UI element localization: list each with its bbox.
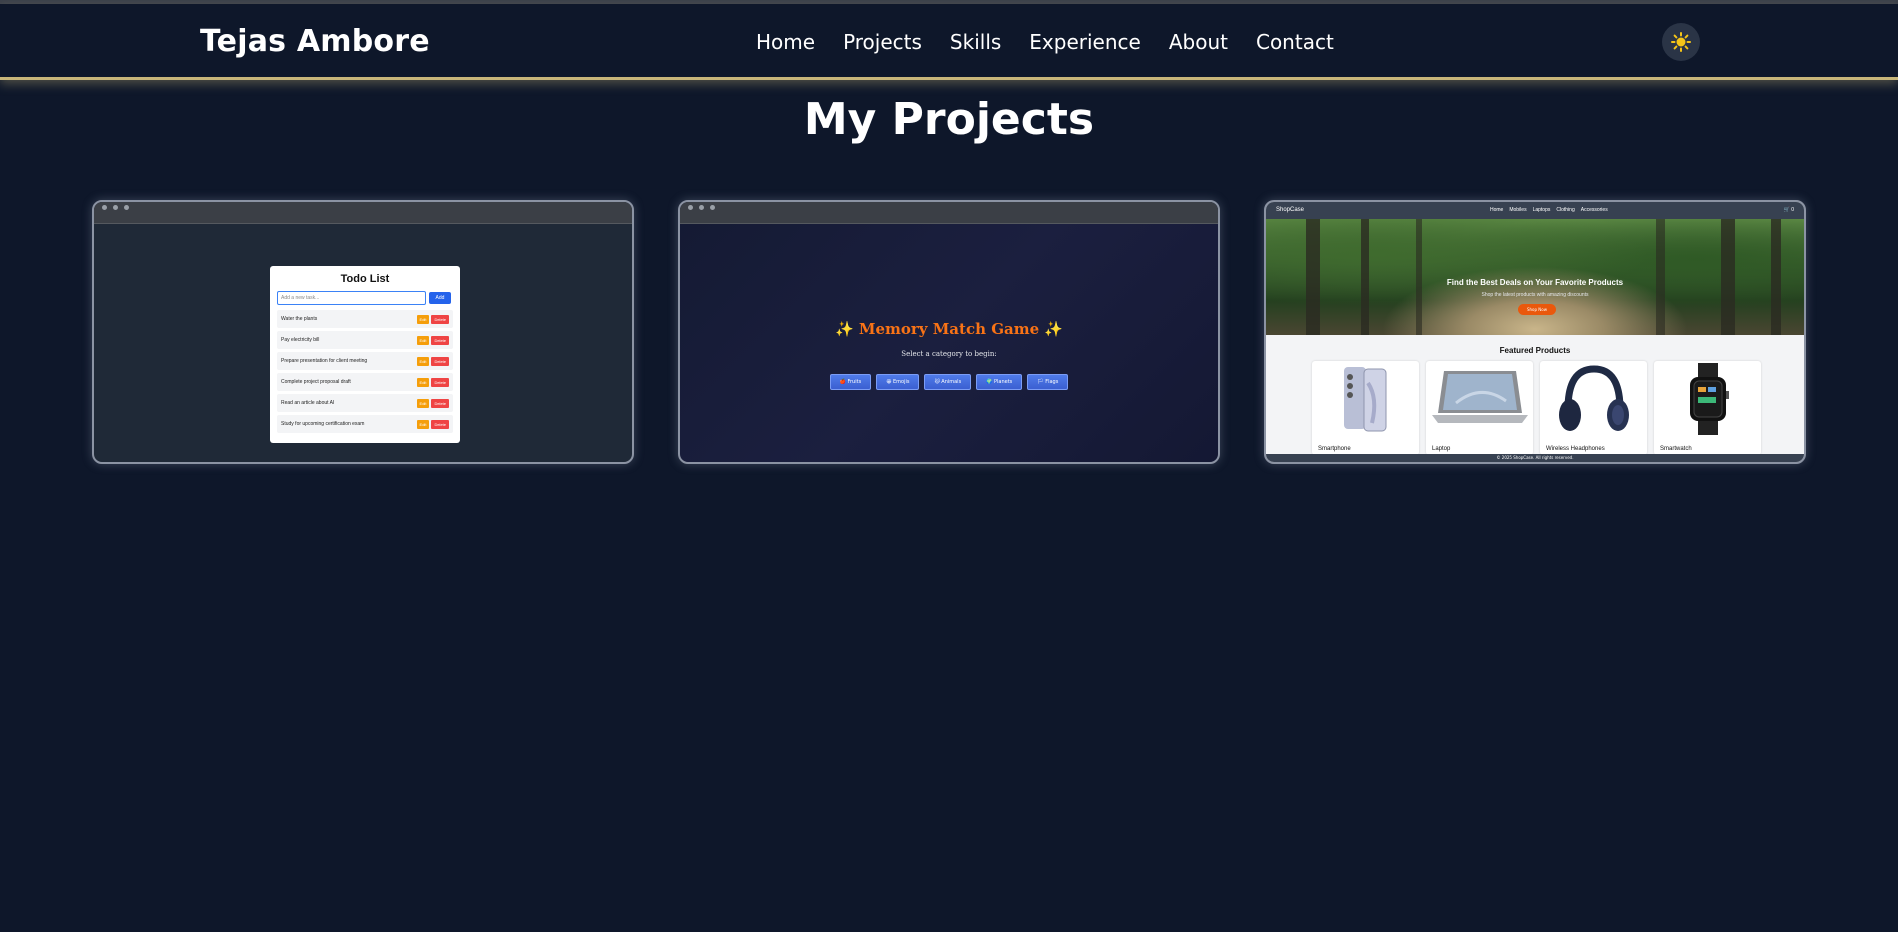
shop-hero-forest-image: Find the Best Deals on Your Favorite Pro… — [1266, 219, 1804, 335]
delete-button: Delete — [431, 314, 449, 324]
category-button: 😀 Emojis — [876, 374, 920, 390]
category-button: 🍎 Fruits — [829, 374, 872, 390]
edit-button: Edit — [416, 377, 430, 387]
nav-experience[interactable]: Experience — [1029, 30, 1141, 54]
delete-button: Delete — [431, 335, 449, 345]
main-nav: Home Projects Skills Experience About Co… — [756, 30, 1334, 54]
list-item: Pay electricity bill Edit Delete — [277, 331, 453, 349]
edit-button: Edit — [416, 419, 430, 429]
nav-skills[interactable]: Skills — [950, 30, 1001, 54]
brand-name[interactable]: Tejas Ambore — [200, 24, 430, 59]
nav-contact[interactable]: Contact — [1256, 30, 1334, 54]
memory-game-title: ✨ Memory Match Game ✨ — [834, 320, 1064, 338]
list-item: Study for upcoming certification exam Edi… — [277, 415, 453, 433]
site-header: Tejas Ambore Home Projects Skills Experi… — [0, 4, 1898, 80]
project-card-memory-game[interactable]: ✨ Memory Match Game ✨ Select a category … — [678, 200, 1220, 464]
todo-title: Todo List — [340, 273, 390, 285]
product-card: Wireless Headphones — [1540, 361, 1647, 455]
product-card: Laptop — [1426, 361, 1533, 455]
category-button: 🐱 Animals — [924, 374, 972, 390]
list-item: Read an article about AI Edit Delete — [277, 394, 453, 412]
delete-button: Delete — [431, 419, 449, 429]
delete-button: Delete — [431, 398, 449, 408]
edit-button: Edit — [416, 314, 430, 324]
shop-navbar: ShopCase Home Mobiles Laptops Clothing A… — [1266, 202, 1804, 219]
category-button: 🌍 Planets — [976, 374, 1023, 390]
shop-now-button: Shop Now — [1518, 304, 1556, 315]
smartwatch-image — [1690, 363, 1729, 435]
screenshot-browser-bar — [94, 202, 632, 224]
project-card-todo[interactable]: Todo List Add a new task... Add Water th… — [92, 200, 634, 464]
nav-projects[interactable]: Projects — [843, 30, 922, 54]
nav-about[interactable]: About — [1169, 30, 1228, 54]
projects-heading: My Projects — [803, 94, 1095, 145]
project-card-shopcase[interactable]: ShopCase Home Mobiles Laptops Clothing A… — [1264, 200, 1806, 464]
sun-icon — [1671, 32, 1691, 52]
theme-toggle-button[interactable] — [1662, 23, 1700, 61]
nav-home[interactable]: Home — [756, 30, 815, 54]
category-buttons: 🍎 Fruits 😀 Emojis 🐱 Animals 🌍 Planets 🏳 … — [680, 374, 1218, 390]
product-grid: Smartphone Laptop Wireless Headphones Sm… — [1312, 361, 1761, 455]
screenshot-browser-bar — [680, 202, 1218, 224]
shop-footer: © 2025 ShopCase. All rights reserved. — [1266, 454, 1804, 462]
todo-input: Add a new task... — [277, 291, 426, 305]
cart-icon: 🛒 0 — [1783, 207, 1794, 213]
list-item: Complete project proposal draft Edit Delet… — [277, 373, 453, 391]
hero-title: Find the Best Deals on Your Favorite Pro… — [1446, 278, 1624, 287]
list-item: Water the plants Edit Delete — [277, 310, 453, 328]
memory-game-subtitle: Select a category to begin: — [901, 350, 997, 358]
todo-add-button: Add — [429, 292, 451, 304]
featured-title: Featured Products — [1499, 346, 1571, 355]
shop-nav-links: Home Mobiles Laptops Clothing Accessorie… — [1490, 207, 1608, 213]
list-item: Prepare presentation for client meeting E… — [277, 352, 453, 370]
product-card: Smartwatch — [1654, 361, 1761, 455]
todo-list: Water the plants Edit Delete Pay electrici… — [277, 310, 453, 436]
edit-button: Edit — [416, 398, 430, 408]
shop-logo: ShopCase — [1276, 207, 1305, 213]
category-button: 🏳 Flags — [1027, 374, 1069, 390]
delete-button: Delete — [431, 377, 449, 387]
smartphone-image — [1344, 367, 1387, 432]
delete-button: Delete — [431, 356, 449, 366]
product-card: Smartphone — [1312, 361, 1419, 455]
laptop-image — [1432, 371, 1528, 423]
edit-button: Edit — [416, 356, 430, 366]
headphones-image — [1559, 365, 1629, 431]
edit-button: Edit — [416, 335, 430, 345]
todo-app-preview: Todo List Add a new task... Add Water th… — [270, 266, 460, 443]
hero-subtitle: Shop the latest products with amazing di… — [1481, 292, 1589, 298]
